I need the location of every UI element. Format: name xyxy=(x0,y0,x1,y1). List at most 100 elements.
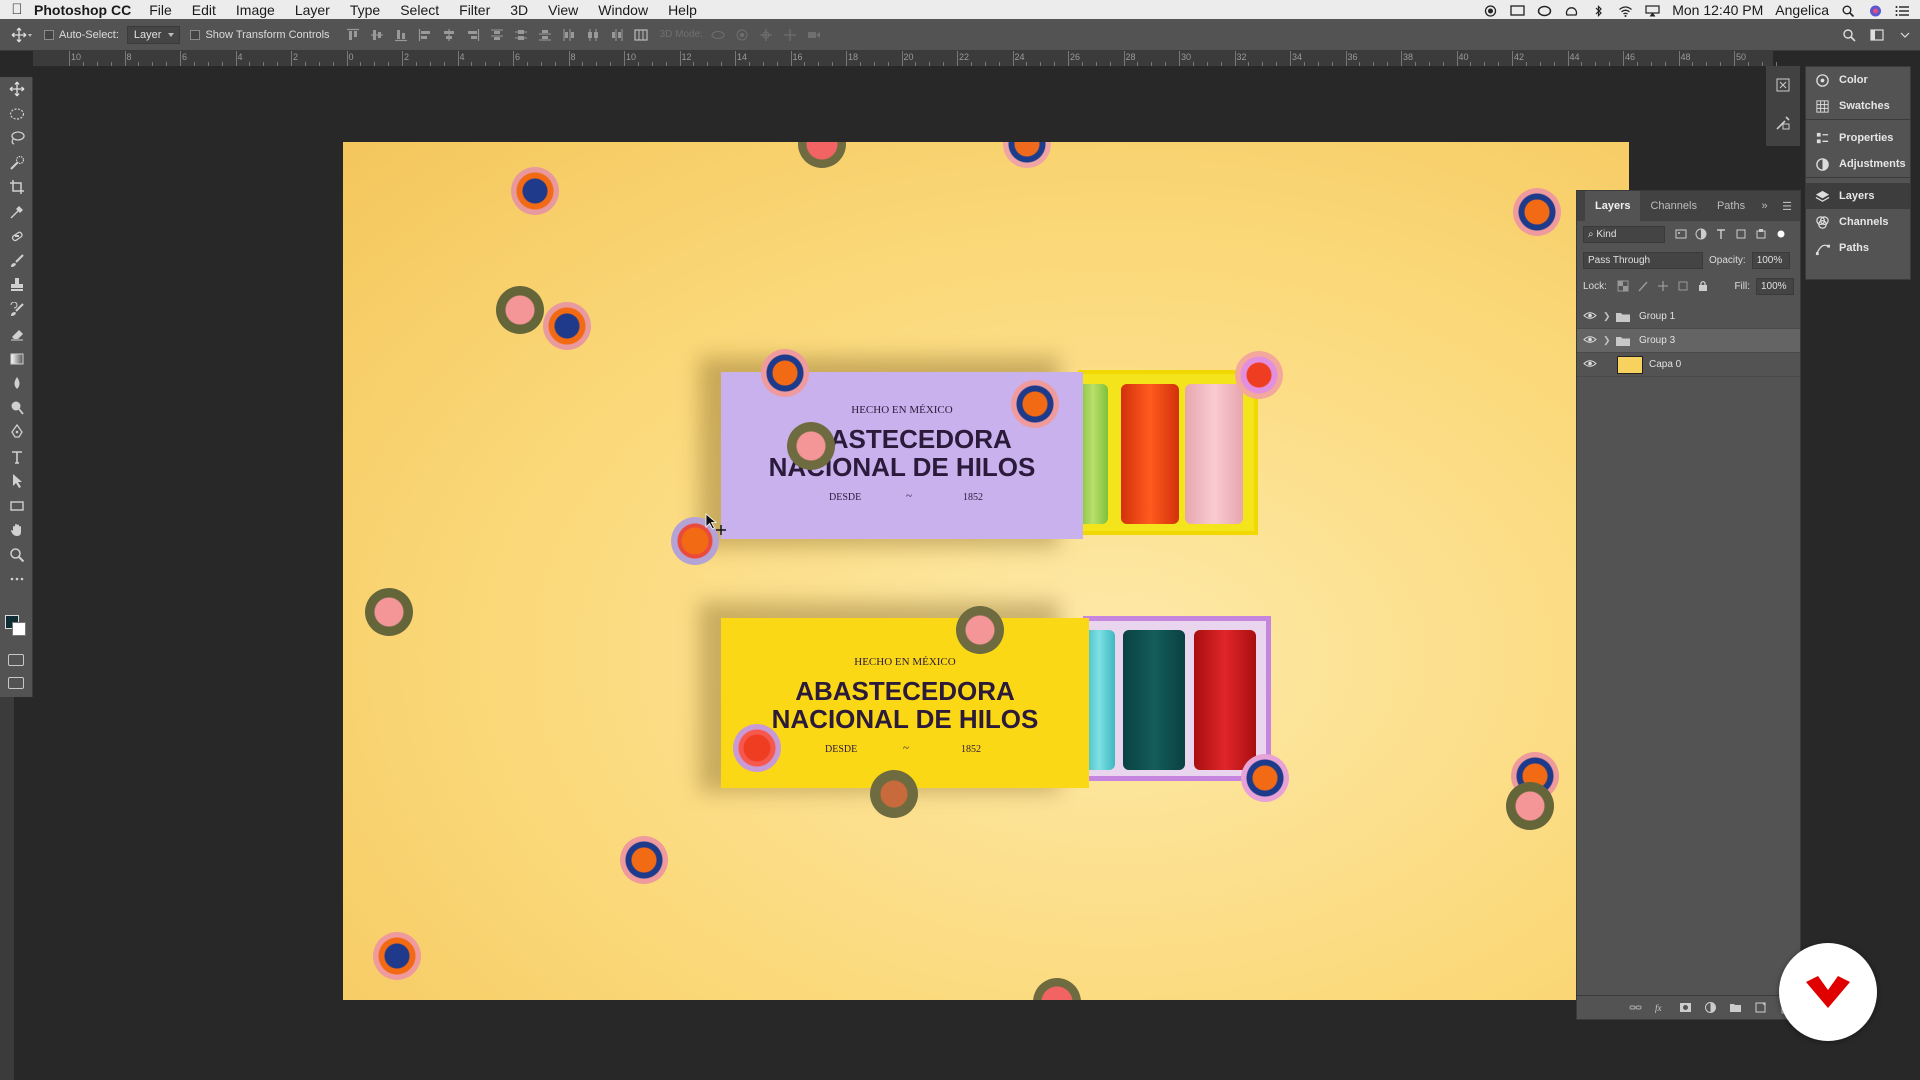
show-transform-checkbox[interactable] xyxy=(190,29,201,40)
dock-item-layers[interactable]: Layers xyxy=(1806,183,1910,209)
background-color-swatch[interactable] xyxy=(12,622,26,636)
app-name[interactable]: Photoshop CC xyxy=(34,2,131,18)
eraser-tool-icon[interactable] xyxy=(0,322,33,347)
more-tools-icon[interactable] xyxy=(0,567,33,592)
history-brush-tool-icon[interactable] xyxy=(0,298,33,323)
crop-tool-icon[interactable] xyxy=(0,175,33,200)
3d-scale-icon[interactable] xyxy=(807,28,821,42)
menu-3d[interactable]: 3D xyxy=(510,2,528,18)
clone-stamp-tool-icon[interactable] xyxy=(0,273,33,298)
tab-paths[interactable]: Paths xyxy=(1707,191,1755,221)
expand-chevron-icon[interactable]: ❯ xyxy=(1603,335,1613,346)
rectangle-tool-icon[interactable] xyxy=(0,494,33,519)
layer-row-capa-0[interactable]: Capa 0 xyxy=(1577,353,1800,377)
dock-item-adjustments[interactable]: Adjustments xyxy=(1806,151,1910,177)
menu-select[interactable]: Select xyxy=(400,2,439,18)
history-panel-icon[interactable] xyxy=(1766,66,1800,104)
filter-kind-dropdown[interactable]: ⌕ Kind xyxy=(1583,225,1665,243)
menu-type[interactable]: Type xyxy=(350,2,380,18)
filter-shape-icon[interactable] xyxy=(1735,228,1747,240)
siri-icon[interactable] xyxy=(1868,4,1883,16)
apple-icon[interactable]:  xyxy=(0,1,34,18)
visibility-eye-icon[interactable] xyxy=(1577,335,1603,347)
menu-edit[interactable]: Edit xyxy=(192,2,216,18)
airplay-icon[interactable] xyxy=(1645,4,1660,16)
align-hcenter-icon[interactable] xyxy=(442,28,456,42)
lock-all-icon[interactable] xyxy=(1697,280,1709,292)
distribute-right-icon[interactable] xyxy=(610,28,624,42)
menu-view[interactable]: View xyxy=(548,2,578,18)
ruler-vertical[interactable] xyxy=(0,697,14,1080)
document-canvas[interactable]: HECHO EN MÉXICO ABASTECEDORA NACIONAL DE… xyxy=(343,142,1629,1000)
marquee-tool-icon[interactable] xyxy=(0,102,33,127)
fill-input[interactable]: 100% xyxy=(1756,277,1794,295)
spotlight-search-icon[interactable] xyxy=(1841,4,1856,17)
new-layer-icon[interactable] xyxy=(1754,1001,1767,1014)
path-selection-tool-icon[interactable] xyxy=(0,469,33,494)
layer-row-group-1[interactable]: ❯ Group 1 xyxy=(1577,305,1800,329)
3d-rotate-icon[interactable] xyxy=(711,28,725,42)
creative-cloud-icon[interactable] xyxy=(1537,4,1552,16)
screen-mode-icon[interactable] xyxy=(8,677,24,689)
opacity-input[interactable]: 100% xyxy=(1751,251,1790,269)
dock-item-paths[interactable]: Paths xyxy=(1806,235,1910,261)
screen-share-icon[interactable] xyxy=(1510,4,1525,16)
lock-transparent-icon[interactable] xyxy=(1617,280,1629,292)
clock[interactable]: Mon 12:40 PM xyxy=(1672,2,1763,18)
layer-style-fx-icon[interactable]: fx xyxy=(1654,1001,1667,1014)
link-layers-icon[interactable] xyxy=(1629,1001,1642,1014)
notification-center-icon[interactable] xyxy=(1895,4,1910,16)
auto-select-checkbox[interactable] xyxy=(44,29,54,40)
ruler-horizontal[interactable]: 10 8 6 4 2 0 2 4 6 8 10 12 14 16 18 20 22 24 26 28 30 32 34 36 3… xyxy=(33,51,1777,67)
distribute-bottom-icon[interactable] xyxy=(538,28,552,42)
expand-chevron-icon[interactable]: ❯ xyxy=(1603,311,1613,322)
3d-slide-icon[interactable] xyxy=(783,28,797,42)
panel-menu-icon[interactable]: ☰ xyxy=(1782,200,1792,213)
filter-adjustment-icon[interactable] xyxy=(1695,228,1707,240)
brush-tool-icon[interactable] xyxy=(0,249,33,274)
workspace-icon[interactable] xyxy=(1870,28,1884,42)
user-name[interactable]: Angelica xyxy=(1775,2,1829,18)
gradient-tool-icon[interactable] xyxy=(0,347,33,372)
brush-presets-panel-icon[interactable] xyxy=(1766,104,1800,142)
quick-selection-tool-icon[interactable] xyxy=(0,151,33,176)
auto-select-dropdown[interactable]: Layer xyxy=(126,25,181,44)
healing-brush-tool-icon[interactable] xyxy=(0,224,33,249)
adjustment-layer-icon[interactable] xyxy=(1704,1001,1717,1014)
filter-pixel-icon[interactable] xyxy=(1675,228,1687,240)
new-group-icon[interactable] xyxy=(1729,1001,1742,1014)
distribute-hcenter-icon[interactable] xyxy=(586,28,600,42)
menu-filter[interactable]: Filter xyxy=(459,2,490,18)
3d-roll-icon[interactable] xyxy=(735,28,749,42)
align-bottom-icon[interactable] xyxy=(394,28,408,42)
lock-artboard-icon[interactable] xyxy=(1677,280,1689,292)
move-tool-preset-icon[interactable] xyxy=(0,27,44,43)
lock-position-icon[interactable] xyxy=(1657,280,1669,292)
workspace-dropdown-icon[interactable] xyxy=(1898,28,1912,42)
3d-pan-icon[interactable] xyxy=(759,28,773,42)
dock-item-swatches[interactable]: Swatches xyxy=(1806,93,1910,119)
pen-tool-icon[interactable] xyxy=(0,420,33,445)
hand-tool-icon[interactable] xyxy=(0,518,33,543)
distribute-top-icon[interactable] xyxy=(490,28,504,42)
menu-window[interactable]: Window xyxy=(598,2,648,18)
filter-smart-object-icon[interactable] xyxy=(1755,228,1767,240)
quick-mask-icon[interactable] xyxy=(8,654,24,666)
dock-item-color[interactable]: Color xyxy=(1806,67,1910,93)
lasso-tool-icon[interactable] xyxy=(0,126,33,151)
align-top-icon[interactable] xyxy=(346,28,360,42)
filter-type-icon[interactable] xyxy=(1715,228,1727,240)
dock-item-channels[interactable]: Channels xyxy=(1806,209,1910,235)
distribute-vcenter-icon[interactable] xyxy=(514,28,528,42)
filter-toggle-icon[interactable] xyxy=(1775,228,1787,240)
add-mask-icon[interactable] xyxy=(1679,1001,1692,1014)
distribute-left-icon[interactable] xyxy=(562,28,576,42)
blur-tool-icon[interactable] xyxy=(0,371,33,396)
align-right-icon[interactable] xyxy=(466,28,480,42)
menu-file[interactable]: File xyxy=(149,2,172,18)
wifi-icon[interactable] xyxy=(1618,4,1633,17)
align-left-icon[interactable] xyxy=(418,28,432,42)
dock-item-properties[interactable]: Properties xyxy=(1806,125,1910,151)
type-tool-icon[interactable] xyxy=(0,445,33,470)
menu-help[interactable]: Help xyxy=(668,2,697,18)
